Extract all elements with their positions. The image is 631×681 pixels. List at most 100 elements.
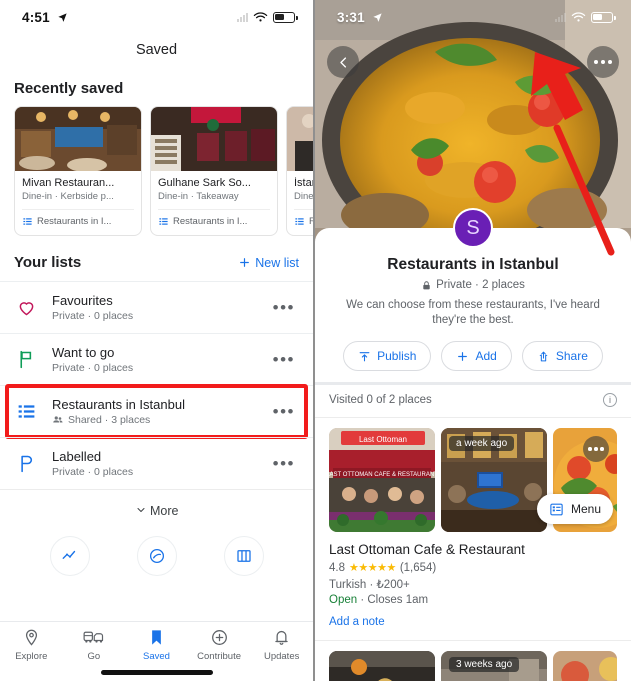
menu-chip-label: Menu (570, 502, 601, 516)
publish-button[interactable]: Publish (343, 341, 432, 371)
more-horizontal-icon (594, 60, 598, 64)
more-horizontal-icon[interactable]: ••• (269, 403, 299, 420)
sidebar-item-favourites[interactable]: Favourites Private · 0 places ••• (0, 281, 313, 333)
left-phone-saved-screen: 4:51 Saved Recently saved Mivan Restaura… (0, 0, 315, 681)
location-arrow-icon (372, 11, 383, 26)
status-bar: 3:31 (315, 0, 631, 34)
trending-icon[interactable] (49, 536, 90, 576)
plus-icon (458, 351, 468, 361)
info-icon[interactable]: i (603, 393, 617, 407)
recently-saved-carousel[interactable]: Mivan Restauran... Dine-in · Kerbside p.… (0, 106, 313, 236)
page-title: Saved (135, 42, 178, 58)
map-columns-icon[interactable] (223, 536, 264, 576)
list-name: Labelled (52, 449, 102, 464)
sidebar-item-labelled[interactable]: Labelled Private · 0 places ••• (0, 437, 313, 489)
more-horizontal-icon[interactable]: ••• (269, 455, 299, 472)
card-list-name: Restaurants in I... (173, 216, 248, 227)
status-time-text: 3:31 (337, 9, 365, 25)
battery-icon (591, 11, 616, 23)
card-list-tag: Re (294, 209, 313, 227)
avatar: S (453, 208, 493, 248)
closing-time: Closes 1am (367, 594, 429, 606)
card-thumbnail (151, 107, 277, 171)
place-rating-row: 4.8 ★★★★★ (1,654) (329, 561, 617, 575)
tab-go[interactable]: Go (63, 628, 126, 662)
tab-label: Saved (143, 651, 170, 662)
tab-label: Explore (15, 651, 48, 662)
place-category: Turkish · ₺200+ (329, 579, 410, 591)
more-button[interactable]: More (0, 490, 313, 528)
star-rating-icon: ★★★★★ (349, 562, 396, 574)
lock-icon (423, 280, 430, 289)
tab-label: Contribute (197, 651, 241, 662)
card-body: Gulhane Sark So... Dine-in · Takeaway Re… (151, 171, 277, 235)
list-icon (14, 401, 38, 422)
list-privacy-meta: Private · 2 places (315, 279, 631, 291)
more-horizontal-icon[interactable]: ••• (269, 351, 299, 368)
card-title: İstan (294, 177, 313, 189)
new-list-button[interactable]: New list (238, 256, 299, 270)
new-list-label: New list (255, 255, 299, 270)
photo-time-badge: 3 weeks ago (449, 657, 520, 672)
heart-icon (14, 297, 38, 318)
list-meta: Private · 0 places (52, 310, 134, 322)
signal-icon (555, 12, 566, 22)
card-list-tag: Restaurants in I... (22, 209, 134, 227)
wifi-icon (571, 11, 586, 21)
menu-list-icon (550, 503, 563, 515)
share-icon (539, 351, 548, 361)
place-photo[interactable] (553, 651, 617, 681)
tab-saved[interactable]: Saved (125, 628, 188, 662)
chevron-down-icon (137, 508, 145, 512)
more-label: More (150, 504, 179, 518)
right-phone-list-detail-screen: 3:31 S Restaurants in Istanbul Private ·… (315, 0, 631, 681)
visited-row[interactable]: Visited 0 of 2 places i (315, 385, 631, 417)
status-time: 4:51 (22, 10, 68, 25)
offers-icon[interactable] (136, 536, 177, 576)
share-button[interactable]: Share (521, 341, 603, 371)
publish-label: Publish (377, 349, 417, 363)
place-photo[interactable]: Last Ottoman LAST OTTOMAN CAFE & RESTAUR… (329, 428, 435, 532)
place-photo[interactable] (329, 651, 435, 681)
wifi-icon (253, 11, 268, 21)
saved-card[interactable]: İstan Dine-i Re (286, 106, 313, 236)
sidebar-item-restaurants-in-istanbul[interactable]: Restaurants in Istanbul Shared · 3 place… (0, 384, 313, 439)
status-time-text: 4:51 (22, 9, 50, 25)
sidebar-item-want-to-go[interactable]: Want to go Private · 0 places ••• (0, 333, 313, 385)
rating-value: 4.8 (329, 561, 345, 574)
card-subtitle: Dine-in · Takeaway (158, 191, 239, 202)
add-button[interactable]: Add (441, 341, 512, 371)
privacy-text: Private · 2 places (436, 279, 525, 291)
back-button[interactable] (327, 46, 359, 78)
bookmark-icon (152, 630, 161, 645)
add-note-link[interactable]: Add a note (329, 616, 617, 628)
card-subtitle: Dine-in · Kerbside p... (22, 191, 114, 202)
place-entry: Last Ottoman LAST OTTOMAN CAFE & RESTAUR… (315, 418, 631, 628)
place-name[interactable]: Last Ottoman Cafe & Restaurant (329, 542, 617, 557)
status-indicators (555, 11, 616, 23)
list-description: We can choose from these restaurants, I'… (346, 299, 600, 326)
visited-text: Visited 0 of 2 places (329, 394, 432, 406)
place-photo[interactable]: a week ago (441, 428, 547, 532)
tab-contribute[interactable]: Contribute (188, 628, 251, 662)
list-icon (23, 218, 32, 225)
more-horizontal-icon[interactable]: ••• (269, 299, 299, 316)
list-text: Favourites Private · 0 places (52, 293, 255, 322)
flag-icon (14, 349, 38, 370)
open-status: Open (329, 594, 358, 606)
card-body: Mivan Restauran... Dine-in · Kerbside p.… (15, 171, 141, 235)
list-meta: Shared · 3 places (52, 414, 255, 426)
saved-card[interactable]: Mivan Restauran... Dine-in · Kerbside p.… (14, 106, 142, 236)
card-title: Gulhane Sark So... (158, 177, 251, 189)
saved-card[interactable]: Gulhane Sark So... Dine-in · Takeaway Re… (150, 106, 278, 236)
list-text: Labelled Private · 0 places (52, 449, 255, 478)
menu-chip[interactable]: Menu (536, 494, 613, 524)
card-thumbnail (287, 107, 313, 171)
overflow-menu-button[interactable] (587, 46, 619, 78)
publish-icon (359, 351, 370, 361)
tab-explore[interactable]: Explore (0, 628, 63, 662)
place-photo[interactable]: 3 weeks ago (441, 651, 547, 681)
place-photos: Last Ottoman LAST OTTOMAN CAFE & RESTAUR… (329, 428, 617, 532)
tab-updates[interactable]: Updates (250, 628, 313, 662)
photo-overflow-button[interactable] (583, 436, 609, 462)
